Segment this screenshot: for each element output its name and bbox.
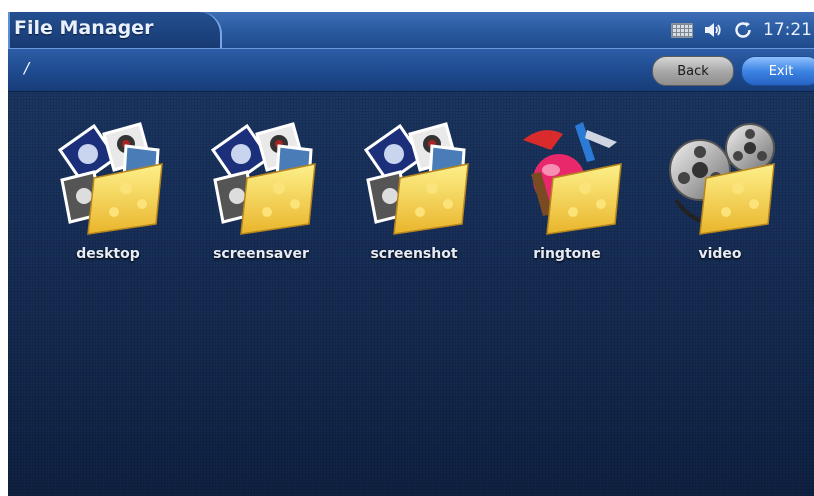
- exit-button[interactable]: Exit: [741, 56, 814, 86]
- photos-folder-icon: [211, 122, 316, 235]
- current-path: /: [24, 59, 30, 77]
- folder-screenshot[interactable]: screenshot: [344, 120, 484, 270]
- back-button[interactable]: Back: [652, 56, 734, 86]
- volume-icon[interactable]: [703, 21, 723, 39]
- title-tab: File Manager: [8, 12, 222, 48]
- title-bar: File Manager 17:21: [8, 12, 814, 48]
- keyboard-icon[interactable]: [671, 22, 693, 38]
- file-manager-screen: File Manager 17:21 / Back Exit desktop s…: [8, 12, 814, 496]
- app-title: File Manager: [14, 17, 154, 39]
- folder-desktop[interactable]: desktop: [38, 120, 178, 270]
- folder-label: screensaver: [213, 246, 309, 262]
- folder-video[interactable]: video: [650, 120, 790, 270]
- folder-ringtone[interactable]: ringtone: [497, 120, 637, 270]
- path-bar: / Back Exit: [8, 48, 814, 92]
- clock: 17:21: [763, 20, 812, 40]
- film-reel-folder-icon: [669, 123, 775, 235]
- status-area: 17:21: [671, 12, 814, 48]
- folder-grid: desktop screensaver screenshot ringtone …: [8, 120, 814, 280]
- music-folder-icon: [523, 122, 622, 235]
- folder-label: ringtone: [533, 246, 601, 262]
- photos-folder-icon: [364, 122, 469, 235]
- folder-screensaver[interactable]: screensaver: [191, 120, 331, 270]
- folder-label: screenshot: [370, 246, 458, 262]
- sync-icon[interactable]: [733, 20, 753, 40]
- folder-label: video: [698, 246, 742, 262]
- photos-folder-icon: [58, 122, 163, 235]
- folder-label: desktop: [76, 246, 140, 262]
